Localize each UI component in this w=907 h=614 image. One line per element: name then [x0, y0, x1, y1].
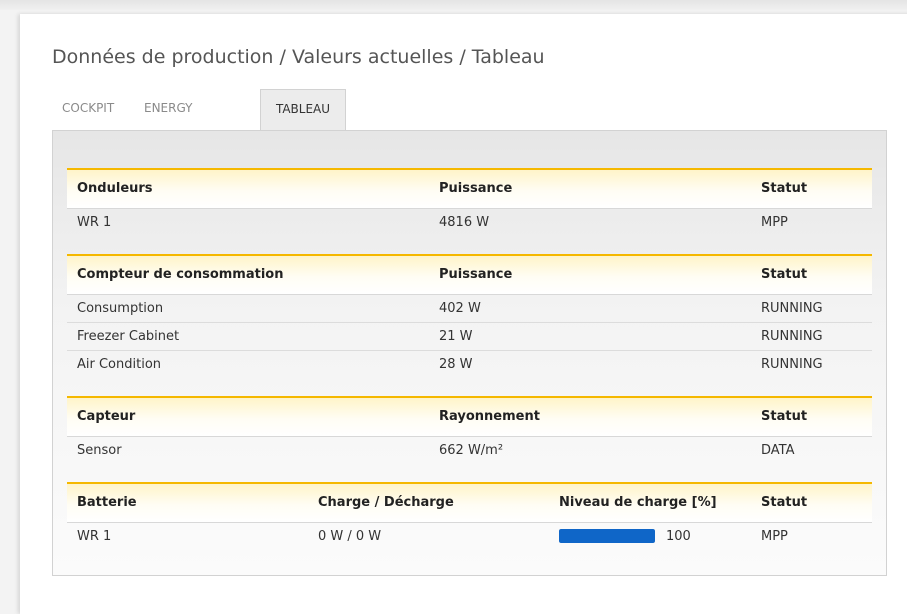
column-header: Statut [761, 495, 808, 510]
page-title: Données de production / Valeurs actuelle… [52, 46, 545, 68]
tab-tableau[interactable]: TABLEAU [260, 89, 346, 131]
column-header: Rayonnement [439, 409, 540, 424]
column-header: Onduleurs [77, 181, 153, 196]
meters-table: Compteur de consommation Puissance Statu… [67, 254, 872, 378]
table-row: Air Condition 28 W RUNNING [67, 351, 872, 378]
table-row: Sensor 662 W/m² DATA [67, 437, 872, 464]
column-header: Niveau de charge [%] [559, 495, 717, 510]
table-header: Batterie Charge / Décharge Niveau de cha… [67, 482, 872, 523]
meter-power: 28 W [439, 357, 473, 372]
tab-cockpit[interactable]: COCKPIT [62, 89, 114, 129]
table-header: Compteur de consommation Puissance Statu… [67, 254, 872, 295]
column-header: Charge / Décharge [318, 495, 454, 510]
content-card: Données de production / Valeurs actuelle… [20, 14, 907, 614]
battery-name: WR 1 [77, 529, 112, 544]
battery-status: MPP [761, 529, 788, 544]
column-header: Puissance [439, 267, 513, 282]
tab-energy-flow[interactable]: ENERGY FLOW [144, 89, 193, 153]
tableau-panel: Onduleurs Puissance Statut WR 1 4816 W M… [52, 130, 887, 576]
table-row: WR 1 4816 W MPP [67, 209, 872, 236]
meter-power: 402 W [439, 301, 481, 316]
column-header: Statut [761, 409, 808, 424]
sensor-status: DATA [761, 443, 795, 458]
table-header: Onduleurs Puissance Statut [67, 168, 872, 209]
meter-status: RUNNING [761, 301, 823, 316]
inverters-table: Onduleurs Puissance Statut WR 1 4816 W M… [67, 168, 872, 236]
column-header: Capteur [77, 409, 136, 424]
inverter-status: MPP [761, 215, 788, 230]
meter-status: RUNNING [761, 357, 823, 372]
battery-table: Batterie Charge / Décharge Niveau de cha… [67, 482, 872, 550]
column-header: Statut [761, 181, 808, 196]
meter-name: Consumption [77, 301, 164, 316]
meter-name: Air Condition [77, 357, 162, 372]
battery-charge-discharge: 0 W / 0 W [318, 529, 382, 544]
inverter-name: WR 1 [77, 215, 112, 230]
inverter-power: 4816 W [439, 215, 490, 230]
sensor-irradiance: 662 W/m² [439, 443, 504, 458]
column-header: Statut [761, 267, 808, 282]
charge-level-value: 100 [666, 529, 691, 544]
column-header: Batterie [77, 495, 137, 510]
sensor-name: Sensor [77, 443, 122, 458]
meter-status: RUNNING [761, 329, 823, 344]
sensors-table: Capteur Rayonnement Statut Sensor 662 W/… [67, 396, 872, 464]
table-row: Consumption 402 W RUNNING [67, 295, 872, 323]
charge-level-bar [559, 529, 655, 543]
column-header: Compteur de consommation [77, 267, 284, 282]
table-row: WR 1 0 W / 0 W 100 MPP [67, 523, 872, 550]
top-bar [0, 0, 907, 10]
meter-power: 21 W [439, 329, 473, 344]
charge-level-fill [559, 529, 655, 543]
table-row: Freezer Cabinet 21 W RUNNING [67, 323, 872, 351]
meter-name: Freezer Cabinet [77, 329, 180, 344]
table-header: Capteur Rayonnement Statut [67, 396, 872, 437]
column-header: Puissance [439, 181, 513, 196]
